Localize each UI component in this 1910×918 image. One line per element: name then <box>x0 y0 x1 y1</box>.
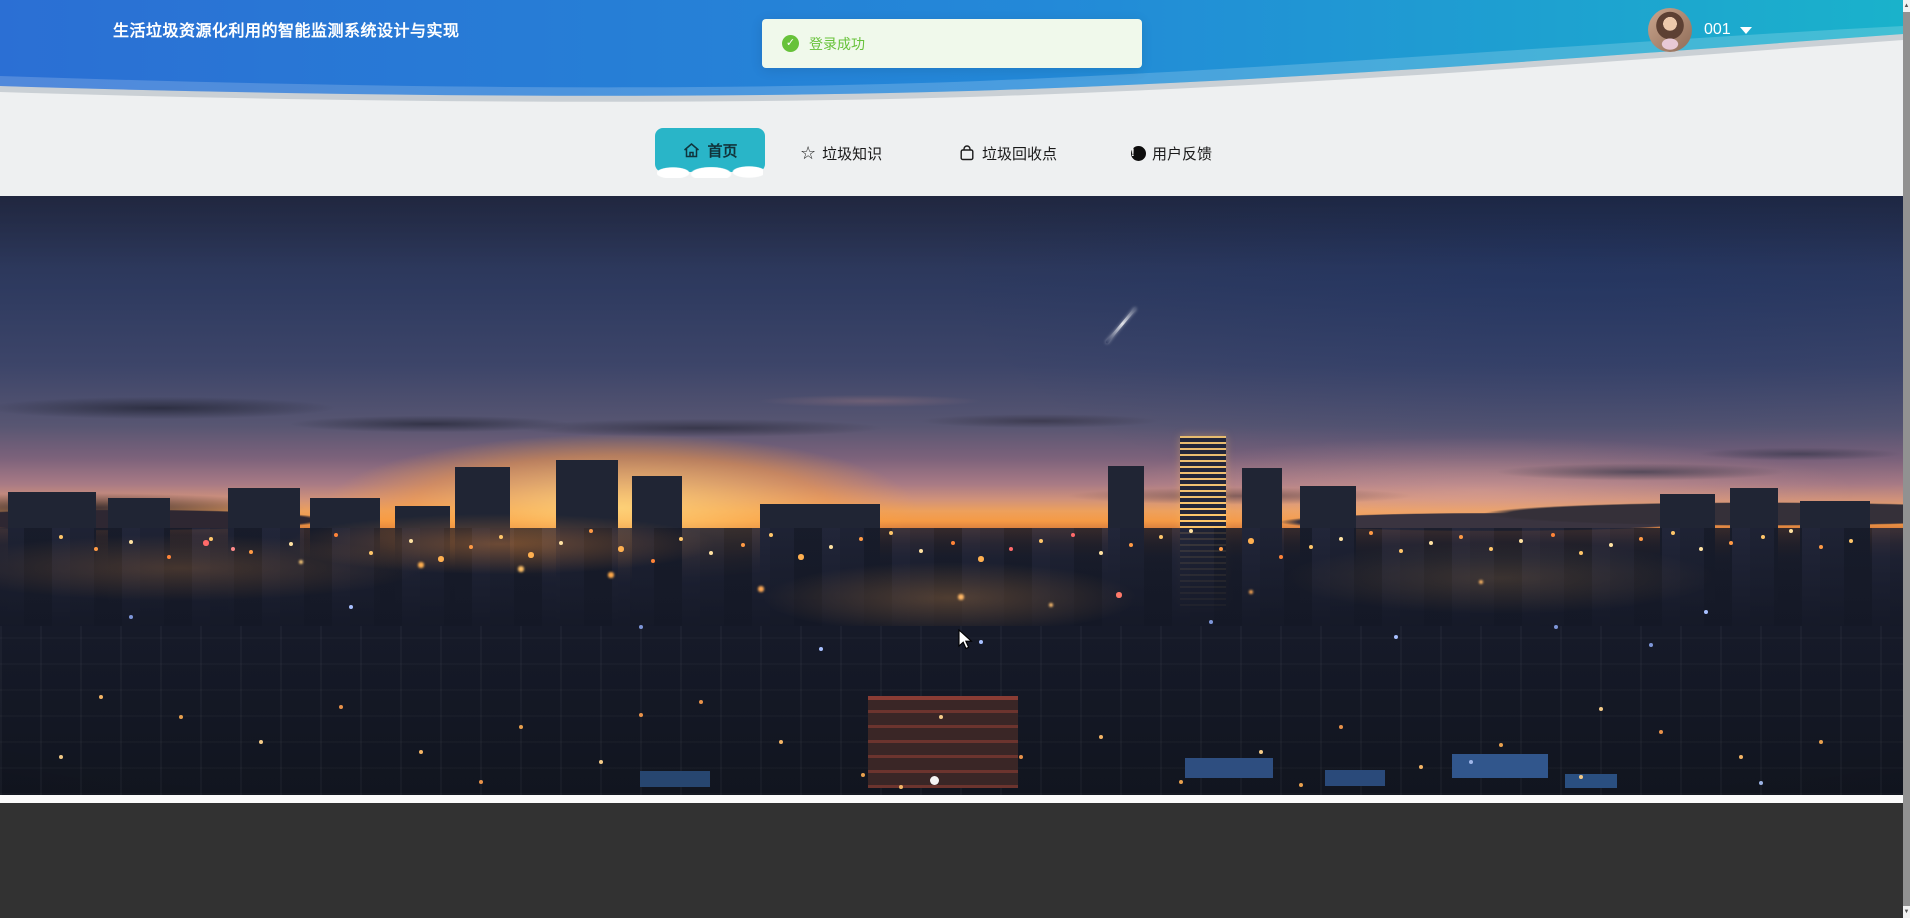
tab-recycling-points[interactable]: 垃圾回收点 <box>958 142 1057 164</box>
photo-vignette <box>0 196 1903 795</box>
scroll-up-arrow-icon[interactable]: ▲ <box>1903 0 1910 12</box>
carousel-indicator-dot[interactable] <box>930 776 939 785</box>
caret-down-icon <box>1739 26 1752 34</box>
tab-garbage-knowledge-label: 垃圾知识 <box>822 145 883 163</box>
username-label: 001 <box>1704 21 1731 38</box>
home-icon <box>682 141 701 159</box>
tab-active-wave-decoration <box>657 164 763 178</box>
hero-carousel-image[interactable] <box>0 196 1903 795</box>
tab-user-feedback[interactable]: ! 用户反馈 <box>1131 142 1212 164</box>
toast-message: 登录成功 <box>809 35 865 52</box>
tab-home-label: 首页 <box>707 142 738 160</box>
tab-garbage-knowledge[interactable]: ☆ 垃圾知识 <box>800 142 882 164</box>
scroll-down-arrow-icon[interactable]: ▼ <box>1903 906 1910 918</box>
bag-icon <box>958 144 976 162</box>
mouse-cursor <box>958 629 973 650</box>
page: 生活垃圾资源化利用的智能监测系统设计与实现 001 ✓ 登录成功 首页 ☆ 垃圾… <box>0 0 1910 918</box>
tab-user-feedback-label: 用户反馈 <box>1152 145 1213 163</box>
success-check-icon: ✓ <box>782 35 799 52</box>
content-divider-strip <box>0 795 1903 803</box>
alert-icon: ! <box>1131 145 1146 161</box>
vertical-scrollbar[interactable]: ▲ ▼ <box>1903 0 1910 918</box>
page-title: 生活垃圾资源化利用的智能监测系统设计与实现 <box>113 23 460 40</box>
star-icon: ☆ <box>800 143 817 163</box>
toast-login-success: ✓ 登录成功 <box>762 19 1142 68</box>
user-menu[interactable]: 001 <box>1648 8 1752 52</box>
tab-home[interactable]: 首页 <box>655 128 765 178</box>
page-footer <box>0 803 1903 918</box>
user-avatar[interactable] <box>1648 8 1692 52</box>
tab-recycling-points-label: 垃圾回收点 <box>982 145 1058 163</box>
